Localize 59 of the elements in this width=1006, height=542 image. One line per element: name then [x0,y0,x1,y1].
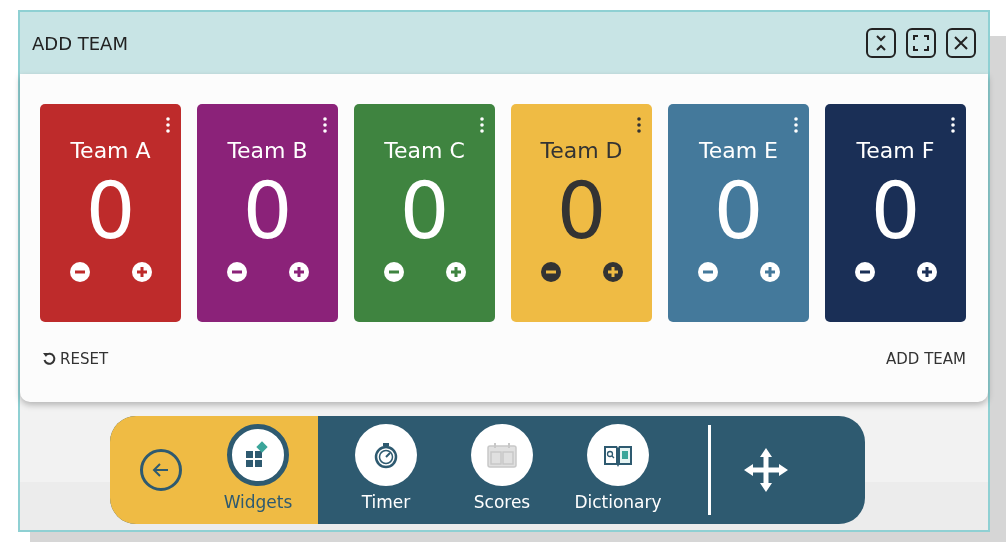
more-options-button[interactable] [950,117,956,133]
close-icon [953,35,969,51]
minus-icon [69,262,90,282]
increment-button[interactable] [288,262,309,282]
team-name: Team B [227,140,308,162]
window-title: ADD TEAM [32,31,128,56]
minus-icon [540,262,561,282]
team-name: Team F [856,140,935,162]
back-button[interactable] [140,449,182,491]
more-options-button[interactable] [165,117,171,133]
team-score: 0 [556,172,607,250]
minus-icon [383,262,404,282]
collapse-icon [874,34,888,52]
reset-button[interactable]: RESET [42,348,109,371]
team-name: Team A [70,140,151,162]
decrement-button[interactable] [854,262,875,282]
close-button[interactable] [946,28,976,58]
arrow-left-icon [152,462,170,478]
plus-icon [759,262,780,282]
team-name: Team C [384,140,465,162]
toolbar-item[interactable]: Scores [452,418,552,522]
team-score: 0 [242,172,293,250]
decrement-button[interactable] [540,262,561,282]
more-icon [636,117,642,133]
move-icon [742,446,790,494]
team-score: 0 [85,172,136,250]
more-icon [950,117,956,133]
plus-icon [602,262,623,282]
add-team-button[interactable]: ADD TEAM [886,348,966,371]
plus-icon [131,262,152,282]
collapse-button[interactable] [866,28,896,58]
fullscreen-button[interactable] [906,28,936,58]
plus-icon [916,262,937,282]
toolbar-item[interactable]: Dictionary [568,418,668,522]
more-options-button[interactable] [322,117,328,133]
increment-button[interactable] [602,262,623,282]
team-score: 0 [399,172,450,250]
scoreboard-icon [486,441,518,470]
plus-icon [445,262,466,282]
team-name: Team E [698,140,778,162]
team-score: 0 [713,172,764,250]
minus-icon [226,262,247,282]
fullscreen-icon [913,35,929,51]
more-icon [165,117,171,133]
decrement-button[interactable] [226,262,247,282]
minus-icon [854,262,875,282]
team-score: 0 [870,172,921,250]
minus-icon [697,262,718,282]
more-icon [793,117,799,133]
toolbar-item[interactable]: Timer [336,418,436,522]
increment-button[interactable] [916,262,937,282]
more-icon [322,117,328,133]
increment-button[interactable] [131,262,152,282]
plus-icon [288,262,309,282]
more-icon [479,117,485,133]
team-name: Team D [540,140,623,162]
reset-icon [42,352,56,367]
more-options-button[interactable] [636,117,642,133]
decrement-button[interactable] [69,262,90,282]
